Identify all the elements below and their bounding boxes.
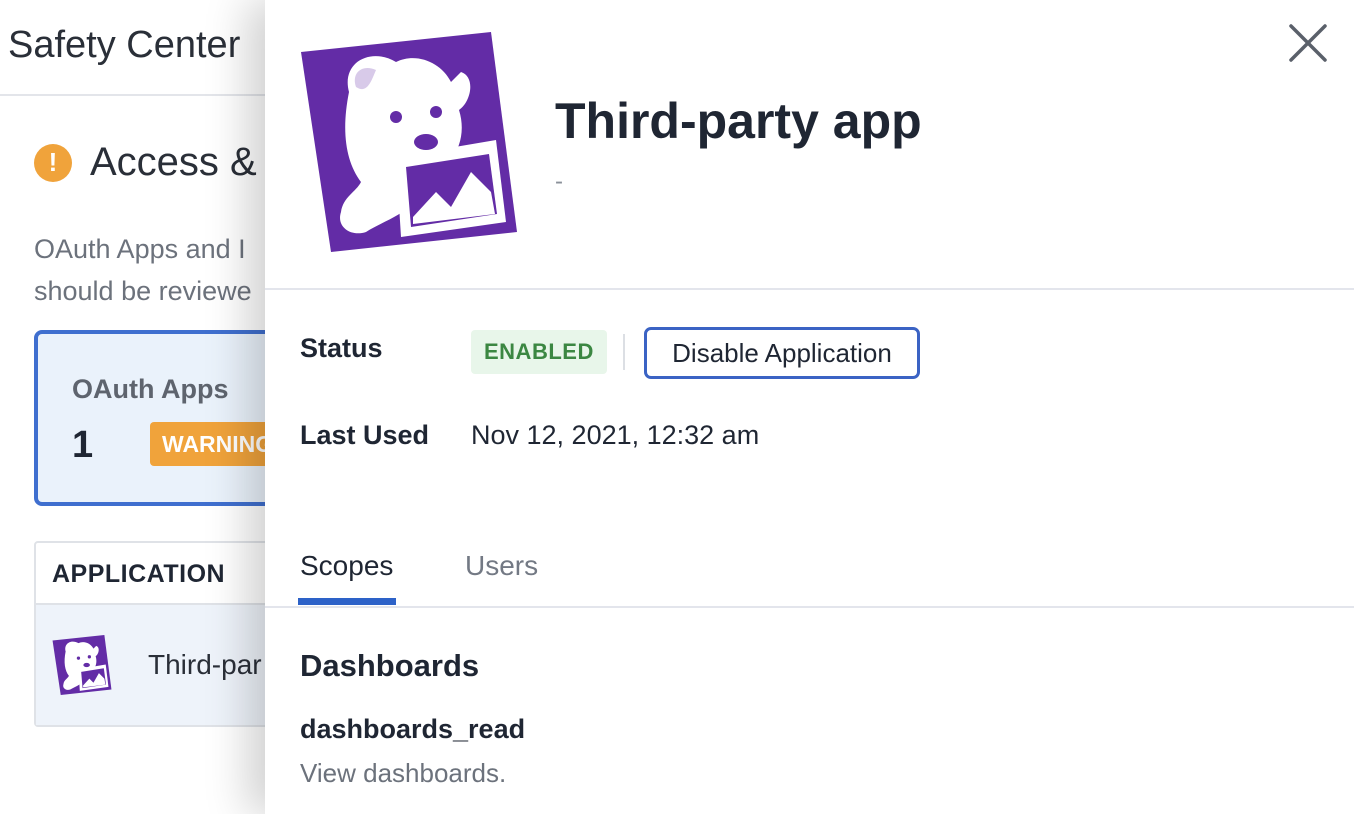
dog-logo-icon bbox=[301, 32, 517, 252]
application-name: Third-par bbox=[148, 649, 262, 680]
status-divider bbox=[623, 334, 625, 370]
last-used-value: Nov 12, 2021, 12:32 am bbox=[471, 420, 760, 450]
status-label: Status bbox=[300, 333, 383, 363]
drawer-tabs: Scopes Users bbox=[265, 540, 1354, 608]
tab-scopes[interactable]: Scopes bbox=[300, 550, 393, 582]
warning-icon: ! bbox=[34, 143, 72, 182]
app-subtitle: - bbox=[555, 168, 563, 195]
disable-application-button[interactable]: Disable Application bbox=[644, 327, 920, 379]
app-title: Third-party app bbox=[555, 93, 922, 149]
dog-logo-icon bbox=[52, 635, 112, 695]
card-count: 1 bbox=[72, 424, 94, 466]
section-heading: ! Access & S bbox=[34, 140, 295, 185]
scope-group-title: Dashboards bbox=[300, 648, 480, 683]
drawer-header: Third-party app - bbox=[265, 0, 1354, 290]
status-badge: ENABLED bbox=[471, 330, 607, 374]
tab-users[interactable]: Users bbox=[465, 550, 538, 582]
active-tab-indicator bbox=[298, 598, 396, 605]
section-title: Access & S bbox=[90, 140, 295, 184]
description-line: OAuth Apps and I bbox=[34, 234, 246, 264]
app-details-drawer: Third-party app - Status ENABLED Disable… bbox=[265, 0, 1354, 814]
description-line: should be reviewe bbox=[34, 276, 252, 306]
section-description: OAuth Apps and I should be reviewe bbox=[34, 228, 274, 312]
scope-name: dashboards_read bbox=[300, 714, 526, 744]
page-title: Safety Center bbox=[8, 24, 241, 66]
scope-description: View dashboards. bbox=[300, 758, 507, 788]
card-title: OAuth Apps bbox=[72, 374, 229, 404]
last-used-label: Last Used bbox=[300, 420, 430, 450]
